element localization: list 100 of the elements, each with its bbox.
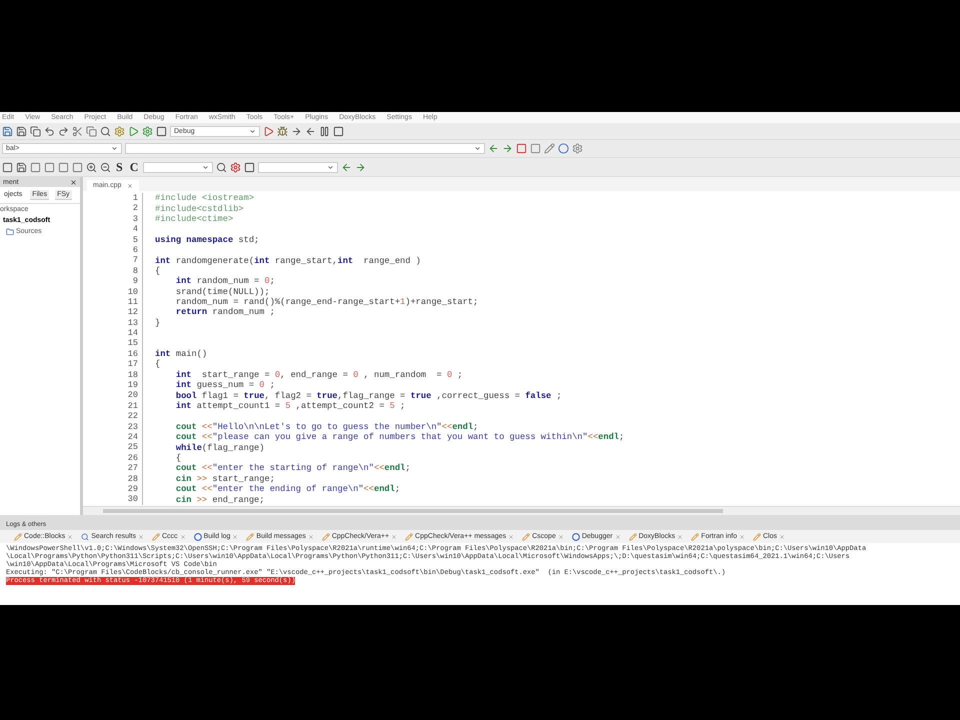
line-number: 25 — [83, 442, 143, 453]
pencil-icon — [405, 532, 414, 540]
arrow-icon[interactable] — [305, 126, 316, 136]
line-number: 1 — [83, 193, 143, 204]
code-line: #include <iostream> — [155, 193, 254, 204]
save-icon[interactable] — [16, 126, 27, 136]
code-line: { — [155, 359, 160, 370]
scrollbar-thumb[interactable] — [103, 509, 723, 513]
save-icon[interactable] — [2, 126, 13, 136]
code-line: int attempt_count1 = 5 ,attempt_count2 = 5 ; — [174, 401, 406, 411]
line-number: 30 — [83, 494, 143, 505]
line-number: 18 — [83, 370, 143, 380]
undo-icon[interactable] — [44, 126, 55, 136]
code-line: while(flag_range) — [174, 442, 264, 453]
chevron-down-icon[interactable] — [474, 145, 481, 152]
code-line: cin >> end_range; — [174, 494, 264, 505]
chevron-down-icon[interactable] — [327, 164, 334, 170]
save-icon[interactable] — [16, 162, 27, 172]
square-icon[interactable] — [2, 162, 13, 172]
line-number: 27 — [83, 463, 143, 474]
code-line: return random_num ; — [174, 307, 275, 318]
toolbar-letter-button[interactable]: C — [128, 160, 140, 174]
code-line: cout <<"enter the ending of range\n"<<endl; — [174, 484, 400, 494]
line-number: 22 — [83, 411, 143, 422]
line-number: 14 — [83, 328, 143, 338]
code-line: srand(time(NULL)); — [174, 286, 270, 297]
circle-icon[interactable] — [558, 143, 569, 154]
line-number: 6 — [83, 244, 143, 256]
line-number: 2 — [83, 203, 143, 214]
code-line: cout <<"enter the starting of range\n"<<endl; — [174, 463, 410, 474]
stop-icon[interactable] — [333, 126, 344, 136]
line-number: 20 — [83, 390, 143, 401]
line-number: 10 — [83, 286, 143, 297]
zoom-out-icon[interactable] — [100, 162, 111, 172]
search-icon[interactable] — [216, 162, 228, 172]
square-icon[interactable] — [44, 162, 55, 172]
line-number: 29 — [83, 484, 143, 494]
pencil-icon — [14, 532, 22, 540]
pencil-icon[interactable] — [544, 143, 555, 154]
code-line: cout <<"Hello\n\nLet's to go to guess the number\n"<<endl; — [174, 422, 478, 432]
square-icon[interactable] — [58, 162, 69, 172]
line-number: 3 — [83, 214, 143, 224]
line-number: 4 — [83, 224, 143, 235]
left-arrow-icon[interactable] — [341, 162, 352, 172]
code-line: cin >> start_range; — [174, 474, 275, 484]
pause-icon[interactable] — [319, 126, 330, 136]
code-line: random_num = rand()%(range_end-range_start+1)+range_start; — [174, 297, 478, 308]
code-line: } — [155, 318, 160, 328]
line-number: 19 — [83, 380, 143, 390]
square-icon[interactable] — [30, 162, 41, 172]
code-line: int random_num = 0; — [174, 276, 275, 286]
scissors-icon[interactable] — [72, 126, 83, 136]
code-line: #include<cstdlib> — [155, 204, 244, 214]
right-arrow-icon[interactable] — [502, 143, 513, 154]
code-line: int randomgenerate(int range_start,int range_end ) — [155, 256, 421, 266]
gear-icon[interactable] — [114, 126, 125, 136]
play-icon[interactable] — [263, 126, 274, 136]
pencil-icon — [752, 532, 761, 540]
pencil-icon — [691, 532, 700, 540]
chevron-down-icon[interactable] — [202, 164, 210, 170]
code-line: cout <<"please can you give a range of numbers that you want to guess within\n"<<endl; — [174, 432, 624, 442]
code-line: int main() — [155, 349, 208, 360]
copy-icon[interactable] — [86, 126, 97, 136]
pencil-icon — [522, 532, 530, 540]
gear-icon[interactable] — [230, 162, 242, 172]
toolbar-letter-button[interactable]: S — [114, 160, 125, 174]
right-arrow-icon[interactable] — [355, 162, 366, 172]
ring-icon — [194, 532, 202, 540]
line-number: 24 — [83, 432, 143, 442]
line-number: 8 — [83, 266, 143, 276]
play-icon[interactable] — [128, 126, 139, 136]
stop-icon[interactable] — [156, 126, 167, 136]
folder-icon — [6, 228, 14, 236]
code-line: int guess_num = 0 ; — [174, 380, 275, 390]
square-icon[interactable] — [516, 143, 527, 154]
ring-icon — [572, 532, 580, 540]
line-number: 12 — [83, 307, 143, 318]
square-icon[interactable] — [244, 162, 256, 172]
line-number: 26 — [83, 452, 143, 464]
chevron-down-icon[interactable] — [111, 145, 118, 152]
line-number: 15 — [83, 338, 143, 349]
close-icon[interactable] — [127, 182, 134, 188]
line-number: 13 — [83, 318, 143, 328]
code-line: { — [174, 452, 182, 463]
redo-icon[interactable] — [58, 126, 69, 136]
bug-icon[interactable] — [277, 126, 288, 136]
arrow-icon[interactable] — [291, 126, 302, 136]
pencil-icon — [246, 532, 254, 540]
zoom-in-icon[interactable] — [86, 162, 97, 172]
line-number: 5 — [83, 234, 143, 245]
close-icon[interactable] — [70, 178, 77, 186]
search-icon — [81, 532, 90, 540]
left-arrow-icon[interactable] — [488, 143, 499, 154]
gear-icon[interactable] — [572, 143, 583, 154]
chevron-down-icon[interactable] — [249, 128, 256, 134]
line-number: 11 — [83, 296, 143, 308]
line-number: 9 — [83, 276, 143, 287]
copy-icon[interactable] — [30, 126, 41, 136]
search-icon[interactable] — [100, 126, 111, 136]
square-icon[interactable] — [72, 162, 83, 172]
